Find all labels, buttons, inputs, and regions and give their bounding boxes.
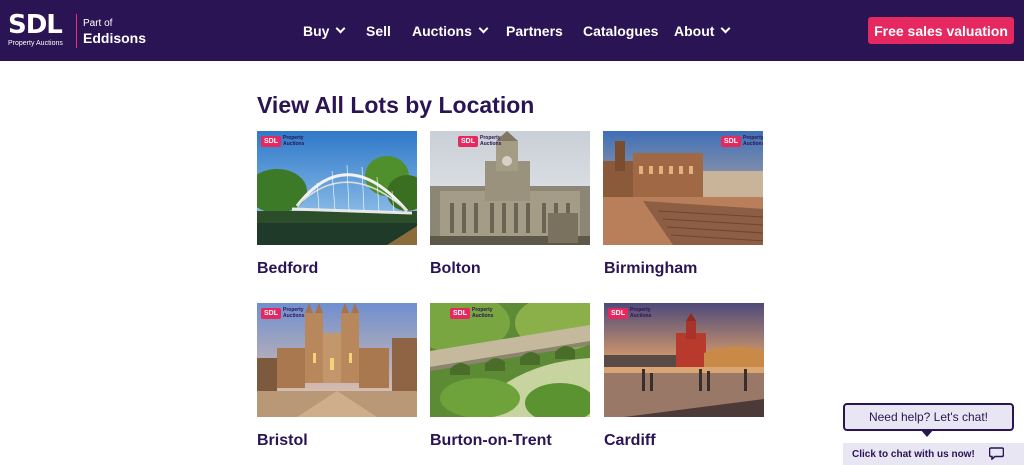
nav-sell-label: Sell [366, 22, 391, 39]
location-image-birmingham[interactable]: SDL Property Auctions [603, 131, 763, 245]
chevron-down-icon [720, 23, 731, 33]
sdl-badge: SDL Property Auctions [608, 307, 660, 319]
sdl-badge: SDL Property Auctions [261, 135, 313, 147]
badge-sdl: SDL [458, 135, 478, 147]
nav-catalogues[interactable]: Catalogues [583, 0, 658, 61]
location-label-bristol[interactable]: Bristol [257, 432, 308, 450]
nav-auctions[interactable]: Auctions [412, 0, 489, 61]
bedford-photo [257, 131, 417, 245]
nav-sell[interactable]: Sell [366, 0, 391, 61]
sdl-badge: SDL Property Auctions [458, 135, 510, 147]
badge-subtitle: Property Auctions [283, 135, 305, 147]
location-image-bolton[interactable]: SDL Property Auctions [430, 131, 590, 245]
location-image-bristol[interactable]: SDL Property Auctions [257, 303, 417, 417]
location-label-bedford[interactable]: Bedford [257, 260, 318, 278]
nav-partners-label: Partners [506, 22, 563, 39]
part-of-label: Part of [83, 18, 113, 29]
sdl-badge: SDL Property Auctions [721, 135, 763, 147]
free-sales-valuation-button[interactable]: Free sales valuation [868, 17, 1014, 44]
bristol-photo [257, 303, 417, 417]
burton-on-trent-photo [430, 303, 590, 417]
chevron-down-icon [336, 23, 346, 33]
chat-icon[interactable] [989, 447, 1004, 460]
badge-subtitle: Property Auctions [630, 307, 652, 319]
location-label-bolton[interactable]: Bolton [430, 260, 481, 278]
badge-subtitle: Property Auctions [283, 307, 305, 319]
badge-sdl: SDL [261, 307, 281, 319]
location-image-cardiff[interactable]: SDL Property Auctions [604, 303, 764, 417]
nav-about-label: About [674, 22, 715, 39]
badge-sdl: SDL [721, 135, 741, 147]
cardiff-photo [604, 303, 764, 417]
nav-buy[interactable]: Buy [303, 0, 346, 61]
logo-wordmark: SDL [8, 10, 63, 40]
page-title: View All Lots by Location [257, 92, 535, 118]
location-image-bedford[interactable]: SDL Property Auctions [257, 131, 417, 245]
location-label-cardiff[interactable]: Cardiff [604, 432, 656, 450]
birmingham-photo [603, 131, 763, 245]
badge-subtitle: Property Auctions [472, 307, 494, 319]
badge-sdl: SDL [261, 135, 281, 147]
nav-partners[interactable]: Partners [506, 0, 563, 61]
logo-subtitle: Property Auctions [8, 40, 63, 47]
sdl-badge: SDL Property Auctions [450, 307, 502, 319]
sdl-logo[interactable]: SDL Property Auctions Part of Eddisons [8, 10, 148, 52]
location-image-burton-on-trent[interactable]: SDL Property Auctions [430, 303, 590, 417]
location-label-burton-on-trent[interactable]: Burton-on-Trent [430, 432, 552, 450]
badge-sdl: SDL [608, 307, 628, 319]
chat-launcher-label: Click to chat with us now! [852, 448, 975, 460]
chevron-down-icon [478, 23, 489, 33]
badge-subtitle: Property Auctions [480, 135, 502, 147]
nav-auctions-label: Auctions [412, 22, 472, 39]
badge-sdl: SDL [450, 307, 470, 319]
badge-subtitle: Property Auctions [743, 135, 763, 147]
logo-divider [76, 14, 77, 48]
nav-buy-label: Buy [303, 22, 330, 39]
chat-bubble-tail [920, 429, 934, 437]
chat-help-bubble[interactable]: Need help? Let's chat! [843, 403, 1014, 431]
nav-catalogues-label: Catalogues [583, 22, 659, 39]
sdl-badge: SDL Property Auctions [261, 307, 313, 319]
nav-about[interactable]: About [674, 0, 731, 61]
top-navigation-bar: SDL Property Auctions Part of Eddisons B… [0, 0, 1024, 61]
bolton-photo [430, 131, 590, 245]
eddisons-label: Eddisons [83, 30, 147, 46]
location-label-birmingham[interactable]: Birmingham [604, 260, 697, 278]
